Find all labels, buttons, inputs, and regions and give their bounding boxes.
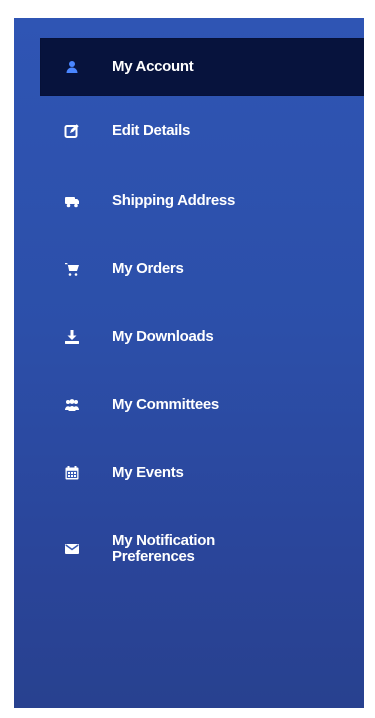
edit-icon bbox=[64, 123, 80, 139]
sidebar-item-my-notification-preferences[interactable]: My Notification Preferences bbox=[40, 520, 364, 578]
sidebar-item-edit-details[interactable]: Edit Details bbox=[40, 102, 364, 160]
sidebar-item-my-events[interactable]: My Events bbox=[40, 444, 364, 502]
sidebar-item-label: Edit Details bbox=[112, 122, 191, 139]
sidebar-item-my-committees[interactable]: My Committees bbox=[40, 376, 364, 434]
sidebar-item-shipping-address[interactable]: Shipping Address bbox=[40, 172, 364, 230]
sidebar-item-label: My Events bbox=[112, 464, 184, 481]
calendar-icon bbox=[64, 465, 80, 481]
cart-icon bbox=[64, 261, 80, 277]
sidebar-item-label: My Account bbox=[112, 58, 194, 75]
user-icon bbox=[64, 59, 80, 75]
sidebar-item-my-account[interactable]: My Account bbox=[40, 38, 364, 96]
envelope-icon bbox=[64, 541, 80, 557]
sidebar-item-my-downloads[interactable]: My Downloads bbox=[40, 308, 364, 366]
sidebar-item-label: My Downloads bbox=[112, 328, 214, 345]
sidebar-item-label: My Orders bbox=[112, 260, 184, 277]
truck-icon bbox=[64, 193, 80, 209]
download-icon bbox=[64, 329, 80, 345]
sidebar-item-label: My Committees bbox=[112, 396, 219, 413]
sidebar-item-label: My Notification Preferences bbox=[112, 532, 215, 565]
account-sidebar-panel: My Account Edit Details Shipping Address… bbox=[14, 18, 364, 708]
group-icon bbox=[64, 397, 80, 413]
sidebar-item-label: Shipping Address bbox=[112, 192, 235, 209]
sidebar-item-my-orders[interactable]: My Orders bbox=[40, 240, 364, 298]
